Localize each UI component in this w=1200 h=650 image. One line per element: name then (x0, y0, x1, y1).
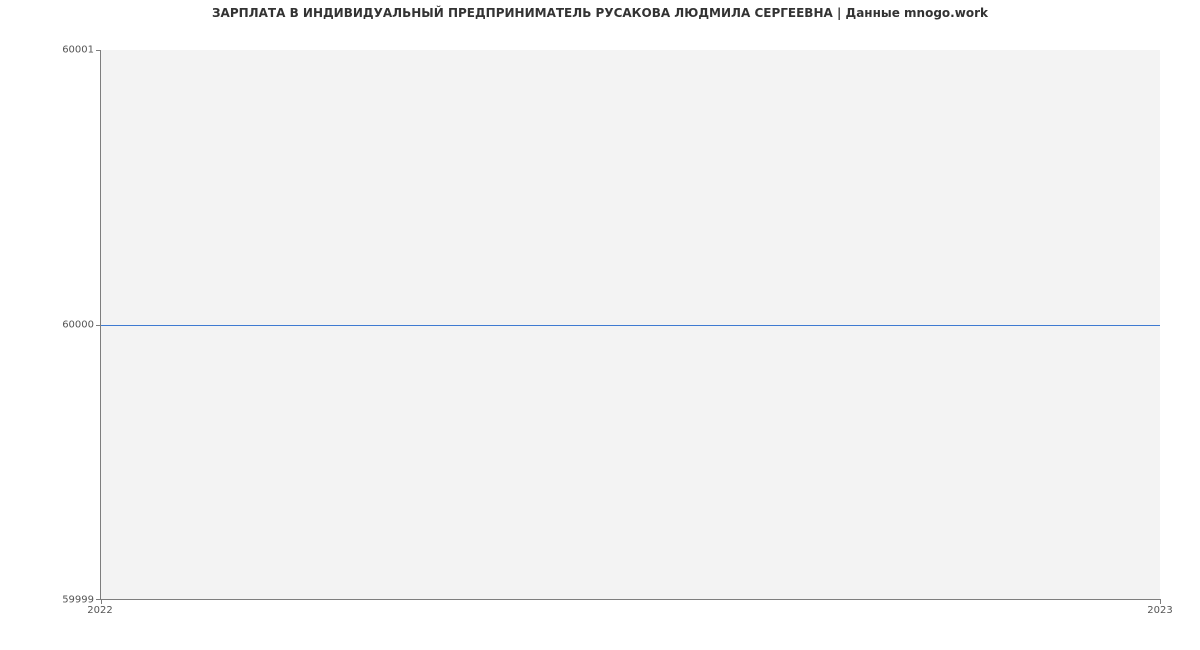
x-tick-1: 2023 (1147, 605, 1172, 616)
salary-chart: ЗАРПЛАТА В ИНДИВИДУАЛЬНЫЙ ПРЕДПРИНИМАТЕЛ… (0, 0, 1200, 650)
y-tick-1: 60000 (4, 320, 94, 331)
y-tickmark-60001 (96, 50, 101, 51)
x-tickmark-2022 (101, 599, 102, 604)
plot-area (100, 50, 1160, 600)
chart-title: ЗАРПЛАТА В ИНДИВИДУАЛЬНЫЙ ПРЕДПРИНИМАТЕЛ… (0, 6, 1200, 20)
x-tickmark-2023 (1160, 599, 1161, 604)
y-tick-0: 59999 (4, 595, 94, 606)
y-tick-2: 60001 (4, 45, 94, 56)
salary-line (101, 325, 1160, 326)
x-tick-0: 2022 (87, 605, 112, 616)
